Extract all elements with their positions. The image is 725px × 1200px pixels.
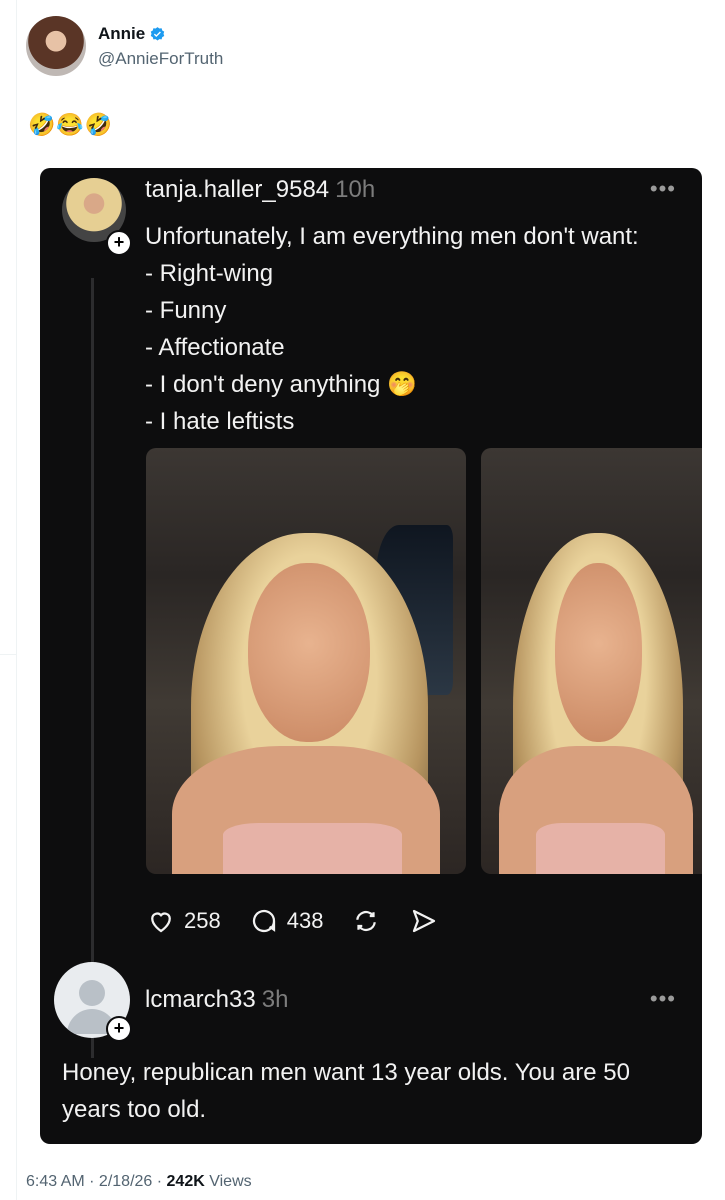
post-line: Unfortunately, I am everything men don't… bbox=[145, 223, 639, 250]
post-actions: 258 438 bbox=[146, 906, 439, 936]
post-line: - I don't deny anything 🤭 bbox=[145, 371, 417, 398]
tweet-timestamp[interactable]: 6:43 AM · 2/18/26 · bbox=[26, 1173, 167, 1190]
author-name[interactable]: Annie bbox=[98, 24, 145, 44]
post-photo bbox=[146, 448, 466, 874]
post-time: 10h bbox=[335, 176, 376, 203]
reply-header: lcmarch33 3h bbox=[145, 986, 288, 1014]
repost-icon bbox=[356, 910, 377, 932]
like-count: 258 bbox=[184, 908, 221, 933]
reply-username: lcmarch33 bbox=[145, 986, 256, 1013]
timeline-divider bbox=[0, 654, 16, 655]
author-avatar[interactable] bbox=[26, 16, 86, 76]
repost-action bbox=[351, 906, 381, 936]
post-line: - I hate leftists bbox=[145, 408, 295, 435]
comment-action: 438 bbox=[249, 906, 324, 936]
plus-icon: + bbox=[106, 1016, 132, 1042]
views-label: Views bbox=[204, 1173, 252, 1190]
post-line: - Affectionate bbox=[145, 334, 285, 361]
author-handle[interactable]: @AnnieForTruth bbox=[98, 49, 223, 69]
more-icon: ••• bbox=[649, 176, 676, 201]
reply-time: 3h bbox=[261, 986, 289, 1013]
reply-text: Honey, republican men want 13 year olds.… bbox=[62, 1059, 630, 1123]
post-photo bbox=[481, 448, 702, 874]
share-icon bbox=[413, 909, 436, 933]
plus-icon: + bbox=[106, 230, 132, 256]
post-header: tanja.haller_9584 10h bbox=[145, 176, 375, 204]
post-body: Unfortunately, I am everything men don't… bbox=[145, 218, 639, 440]
author-name-row[interactable]: Annie bbox=[98, 24, 166, 44]
comment-icon bbox=[252, 909, 275, 933]
tweet-meta: 6:43 AM · 2/18/26 · 242K Views bbox=[26, 1173, 252, 1191]
photo-top bbox=[222, 822, 402, 874]
post-line: - Right-wing bbox=[145, 260, 274, 287]
heart-icon bbox=[151, 912, 171, 933]
comment-count: 438 bbox=[286, 908, 324, 933]
tweet-text: 🤣😂🤣 bbox=[28, 112, 114, 137]
embedded-screenshot-image[interactable]: + tanja.haller_9584 10h ••• Unfortunately… bbox=[40, 168, 702, 1144]
post-line: - Funny bbox=[145, 297, 227, 324]
like-action: 258 bbox=[146, 906, 221, 936]
thread-line bbox=[91, 278, 94, 1058]
views-count: 242K bbox=[166, 1173, 205, 1190]
photo-face bbox=[248, 563, 370, 742]
timeline-left-border bbox=[16, 0, 17, 1200]
more-icon: ••• bbox=[649, 986, 676, 1011]
verified-badge-icon bbox=[151, 26, 165, 41]
share-action bbox=[409, 906, 439, 936]
photo-top bbox=[536, 822, 665, 874]
photo-face bbox=[554, 563, 642, 742]
post-username: tanja.haller_9584 bbox=[145, 176, 330, 203]
